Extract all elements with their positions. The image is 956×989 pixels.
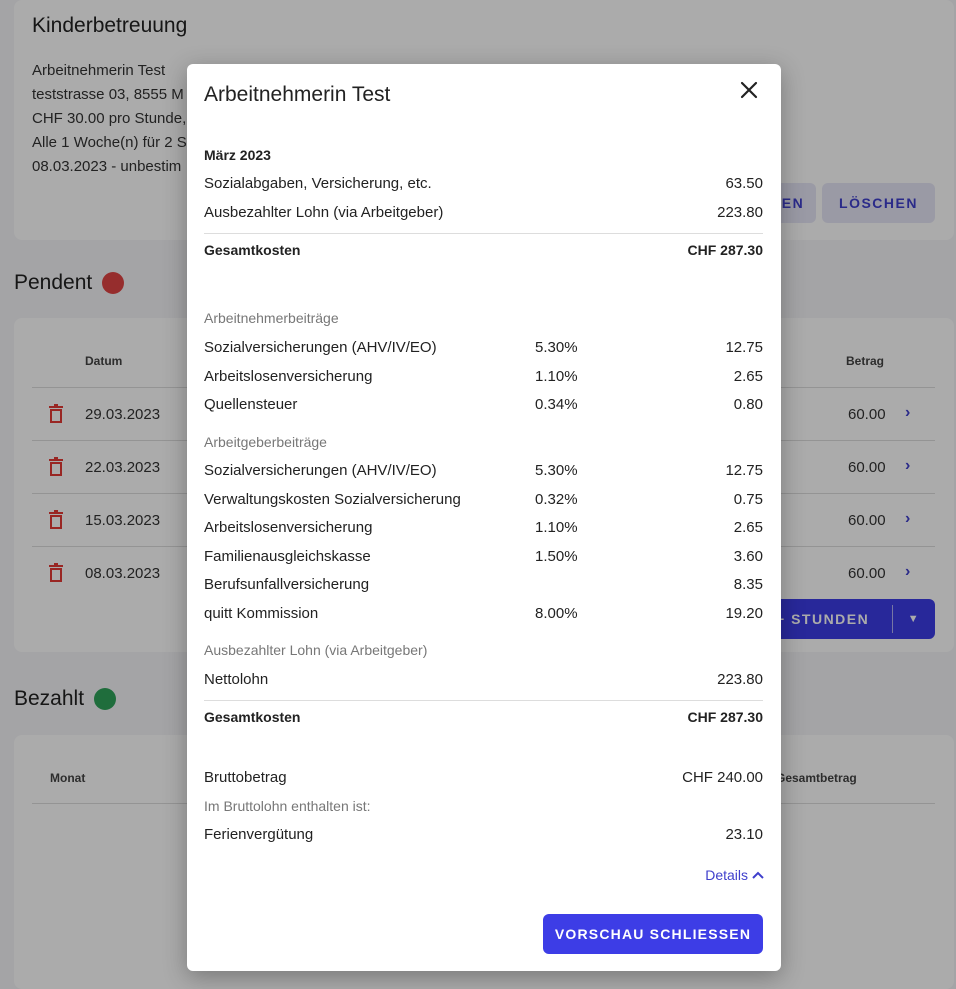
dialog-title: Arbeitnehmerin Test xyxy=(204,83,391,106)
summary-row: Sozialabgaben, Versicherung, etc. 63.50 xyxy=(204,175,763,193)
row-label: Berufsunfallversicherung xyxy=(204,576,370,593)
row-value: 2.65 xyxy=(733,519,763,536)
gross-row: Bruttobetrag CHF 240.00 xyxy=(204,769,763,787)
contribution-row: Sozialversicherungen (AHV/IV/EO) 5.30% 1… xyxy=(204,462,763,480)
row-label: Arbeitslosenversicherung xyxy=(204,368,373,385)
row-percent: 0.32% xyxy=(535,491,578,508)
divider xyxy=(204,700,763,701)
row-label: Nettolohn xyxy=(204,671,269,688)
row-value: 0.75 xyxy=(733,491,763,508)
total-row: Gesamtkosten CHF 287.30 xyxy=(204,242,763,260)
row-value: 19.20 xyxy=(725,605,763,622)
salary-preview-dialog: Arbeitnehmerin Test März 2023 Sozialabga… xyxy=(187,64,781,971)
total-value: CHF 287.30 xyxy=(687,242,763,258)
vacation-row: Ferienvergütung 23.10 xyxy=(204,826,763,844)
total-label: Gesamtkosten xyxy=(204,242,301,258)
contribution-row: Verwaltungskosten Sozialversicherung 0.3… xyxy=(204,491,763,509)
row-percent: 8.00% xyxy=(535,605,578,622)
month-label: März 2023 xyxy=(204,147,271,163)
row-value: 8.35 xyxy=(733,576,763,593)
contribution-row: quitt Kommission 8.00% 19.20 xyxy=(204,605,763,623)
close-preview-button[interactable]: VORSCHAU SCHLIESSEN xyxy=(543,914,763,954)
row-value: 23.10 xyxy=(725,826,763,843)
row-percent: 0.34% xyxy=(535,396,578,413)
employee-contributions-heading: Arbeitnehmerbeiträge xyxy=(204,310,339,326)
row-label: Familienausgleichskasse xyxy=(204,548,371,565)
row-percent: 5.30% xyxy=(535,462,578,479)
row-value: 223.80 xyxy=(717,671,763,688)
divider xyxy=(204,233,763,234)
row-value: 223.80 xyxy=(717,204,763,221)
row-percent: 1.50% xyxy=(535,548,578,565)
row-label: Sozialversicherungen (AHV/IV/EO) xyxy=(204,462,437,479)
row-label: Arbeitslosenversicherung xyxy=(204,519,373,536)
row-label: quitt Kommission xyxy=(204,605,319,622)
net-salary-row: Nettolohn 223.80 xyxy=(204,671,763,689)
row-percent: 5.30% xyxy=(535,339,578,356)
row-label: Sozialversicherungen (AHV/IV/EO) xyxy=(204,339,437,356)
row-value: 12.75 xyxy=(725,462,763,479)
contribution-row: Arbeitslosenversicherung 1.10% 2.65 xyxy=(204,368,763,386)
row-value: 3.60 xyxy=(733,548,763,565)
row-value: 0.80 xyxy=(733,396,763,413)
row-label: Ausbezahlter Lohn (via Arbeitgeber) xyxy=(204,204,444,221)
summary-row: Ausbezahlter Lohn (via Arbeitgeber) 223.… xyxy=(204,204,763,222)
row-value: CHF 240.00 xyxy=(682,769,763,786)
total-value: CHF 287.30 xyxy=(687,709,763,725)
payout-heading: Ausbezahlter Lohn (via Arbeitgeber) xyxy=(204,642,428,658)
included-note: Im Bruttolohn enthalten ist: xyxy=(204,798,371,814)
row-label: Ferienvergütung xyxy=(204,826,314,843)
row-value: 63.50 xyxy=(725,175,763,192)
row-label: Quellensteuer xyxy=(204,396,298,413)
row-label: Sozialabgaben, Versicherung, etc. xyxy=(204,175,432,192)
contribution-row: Sozialversicherungen (AHV/IV/EO) 5.30% 1… xyxy=(204,339,763,357)
row-percent: 1.10% xyxy=(535,519,578,536)
details-label: Details xyxy=(705,867,748,883)
total-row: Gesamtkosten CHF 287.30 xyxy=(204,709,763,727)
total-label: Gesamtkosten xyxy=(204,709,301,725)
row-value: 12.75 xyxy=(725,339,763,356)
row-value: 2.65 xyxy=(733,368,763,385)
contribution-row: Arbeitslosenversicherung 1.10% 2.65 xyxy=(204,519,763,537)
row-percent: 1.10% xyxy=(535,368,578,385)
row-label: Bruttobetrag xyxy=(204,769,287,786)
details-toggle[interactable]: Details xyxy=(705,867,764,883)
contribution-row: Familienausgleichskasse 1.50% 3.60 xyxy=(204,548,763,566)
contribution-row: Berufsunfallversicherung 8.35 xyxy=(204,576,763,594)
close-icon[interactable] xyxy=(739,80,759,100)
row-label: Verwaltungskosten Sozialversicherung xyxy=(204,491,461,508)
contribution-row: Quellensteuer 0.34% 0.80 xyxy=(204,396,763,414)
employer-contributions-heading: Arbeitgeberbeiträge xyxy=(204,434,327,450)
chevron-up-icon xyxy=(752,871,764,879)
